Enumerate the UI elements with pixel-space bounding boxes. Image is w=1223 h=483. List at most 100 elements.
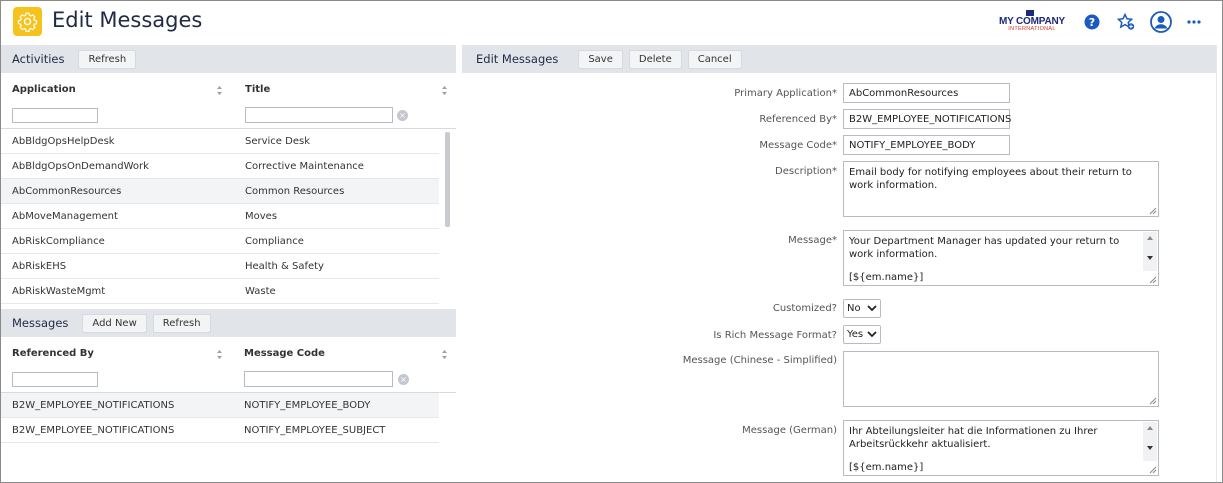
resize-handle-icon[interactable]	[1147, 205, 1157, 215]
customized-value: No	[847, 303, 861, 314]
title-cell: Compliance	[245, 236, 304, 247]
table-row[interactable]: AbRiskEHS Health & Safety	[1, 254, 439, 279]
customized-label: Customized?	[772, 303, 837, 314]
message-german-textarea[interactable]: Ihr Abteilungsleiter hat die Information…	[843, 420, 1159, 476]
referenced-by-filter-input[interactable]	[12, 372, 98, 387]
messages-refresh-button[interactable]: Refresh	[152, 313, 211, 333]
referenced-by-cell: B2W_EMPLOYEE_NOTIFICATIONS	[12, 425, 175, 436]
message-textarea[interactable]: Your Department Manager has updated your…	[843, 230, 1159, 286]
title-cell: Health & Safety	[245, 261, 324, 272]
message-code-field[interactable]: NOTIFY_EMPLOYEE_BODY	[843, 135, 1010, 155]
edit-panel-header: Edit Messages Save Delete Cancel	[462, 45, 1216, 73]
column-header-title[interactable]: Title	[245, 84, 270, 95]
message-line-1: Your Department Manager has updated your…	[849, 236, 1120, 260]
delete-button[interactable]: Delete	[628, 49, 682, 69]
resize-handle-icon[interactable]	[1147, 395, 1157, 405]
column-header-application[interactable]: Application	[12, 84, 76, 95]
rich-format-label: Is Rich Message Format?	[713, 330, 837, 341]
activities-grid-header: Application Title ×	[1, 73, 456, 129]
activities-scrollbar[interactable]	[445, 132, 450, 227]
activities-panel-header: Activities Refresh	[1, 45, 456, 73]
table-row[interactable]: B2W_EMPLOYEE_NOTIFICATIONS NOTIFY_EMPLOYE…	[1, 393, 439, 418]
column-header-referenced-by[interactable]: Referenced By	[12, 348, 94, 359]
chevron-down-icon	[867, 305, 877, 312]
message-code-cell: NOTIFY_EMPLOYEE_SUBJECT	[244, 425, 386, 436]
resize-handle-icon[interactable]	[1147, 274, 1157, 284]
rich-format-select[interactable]: Yes	[843, 325, 881, 344]
chevron-down-icon	[867, 331, 877, 338]
application-cell: AbRiskEHS	[12, 261, 67, 272]
application-cell: AbCommonResources	[12, 186, 122, 197]
table-row[interactable]: AbBldgOpsHelpDesk Service Desk	[1, 129, 439, 154]
sort-icon[interactable]	[441, 349, 448, 360]
application-cell: AbRiskWasteMgmt	[12, 286, 106, 297]
message-code-label: Message Code*	[759, 140, 837, 151]
customized-select[interactable]: No	[843, 299, 881, 318]
panel-splitter[interactable]	[456, 43, 462, 482]
application-filter-input[interactable]	[12, 108, 98, 123]
sort-icon[interactable]	[216, 349, 223, 360]
sort-icon[interactable]	[441, 85, 448, 96]
application-cell: AbBldgOpsOnDemandWork	[12, 161, 149, 172]
title-cell: Common Resources	[245, 186, 345, 197]
message-german-scrollbar[interactable]	[1143, 422, 1157, 461]
table-row[interactable]: B2W_EMPLOYEE_NOTIFICATIONS NOTIFY_EMPLOYE…	[1, 418, 439, 443]
svg-text:?: ?	[1089, 16, 1095, 29]
primary-application-field[interactable]: AbCommonResources	[843, 83, 1010, 103]
message-scrollbar[interactable]	[1143, 232, 1157, 271]
cancel-button[interactable]: Cancel	[687, 49, 742, 69]
edit-panel-scrollbar-track[interactable]	[1216, 45, 1222, 482]
company-logo: MY COMPANY INTERNATIONAL	[993, 10, 1071, 36]
table-row[interactable]: AbRiskCompliance Compliance	[1, 229, 439, 254]
message-label: Message*	[788, 235, 837, 246]
table-row[interactable]: AbMoveManagement Moves	[1, 204, 439, 229]
messages-title: Messages	[12, 316, 69, 330]
table-row[interactable]: AbBldgOpsOnDemandWork Corrective Maintena…	[1, 154, 439, 179]
favorites-star-icon[interactable]	[1115, 11, 1137, 33]
table-row[interactable]: AbRiskWasteMgmt Waste	[1, 279, 439, 304]
title-cell: Service Desk	[245, 136, 310, 147]
application-cell: AbRiskCompliance	[12, 236, 105, 247]
activities-title: Activities	[12, 52, 65, 66]
save-button[interactable]: Save	[578, 49, 623, 69]
description-text: Email body for notifying employees about…	[849, 167, 1132, 191]
message-line-2: [${em.name}]	[849, 272, 924, 283]
title-cell: Waste	[245, 286, 276, 297]
table-row[interactable]: AbCommonResources Common Resources	[1, 179, 439, 204]
title-cell: Corrective Maintenance	[245, 161, 364, 172]
settings-gear-icon	[13, 7, 42, 36]
application-window: Edit Messages MY COMPANY INTERNATIONAL ?…	[0, 0, 1223, 483]
message-chinese-label: Message (Chinese - Simplified)	[682, 355, 837, 366]
title-cell: Moves	[245, 211, 278, 222]
referenced-by-label: Referenced By*	[759, 114, 837, 125]
column-header-message-code[interactable]: Message Code	[244, 348, 325, 359]
add-new-button[interactable]: Add New	[82, 313, 147, 333]
application-cell: AbBldgOpsHelpDesk	[12, 136, 115, 147]
activities-refresh-button[interactable]: Refresh	[78, 49, 137, 69]
page-title: Edit Messages	[52, 8, 203, 32]
message-code-filter-input[interactable]	[244, 371, 393, 387]
rich-format-value: Yes	[847, 329, 864, 340]
message-german-line-2: [${em.name}]	[849, 462, 924, 473]
more-icon[interactable]	[1183, 11, 1205, 33]
title-filter-input[interactable]	[245, 107, 393, 123]
message-code-cell: NOTIFY_EMPLOYEE_BODY	[244, 400, 371, 411]
referenced-by-field[interactable]: B2W_EMPLOYEE_NOTIFICATIONS	[843, 109, 1011, 129]
user-avatar-icon[interactable]	[1150, 11, 1172, 33]
sort-icon[interactable]	[216, 85, 223, 96]
message-german-label: Message (German)	[742, 425, 837, 436]
primary-application-label: Primary Application*	[734, 88, 837, 99]
referenced-by-cell: B2W_EMPLOYEE_NOTIFICATIONS	[12, 400, 175, 411]
messages-panel-header: Messages Add New Refresh	[1, 309, 456, 337]
description-label: Description*	[775, 166, 837, 177]
message-chinese-textarea[interactable]	[843, 351, 1159, 407]
clear-filter-icon[interactable]: ×	[398, 374, 409, 385]
help-icon[interactable]: ?	[1081, 11, 1103, 33]
resize-handle-icon[interactable]	[1147, 464, 1157, 474]
message-german-line-1: Ihr Abteilungsleiter hat die Information…	[849, 426, 1098, 450]
logo-mark	[1026, 10, 1034, 16]
application-cell: AbMoveManagement	[12, 211, 118, 222]
description-textarea[interactable]: Email body for notifying employees about…	[843, 161, 1159, 217]
edit-title: Edit Messages	[476, 52, 559, 66]
clear-filter-icon[interactable]: ×	[397, 110, 408, 121]
